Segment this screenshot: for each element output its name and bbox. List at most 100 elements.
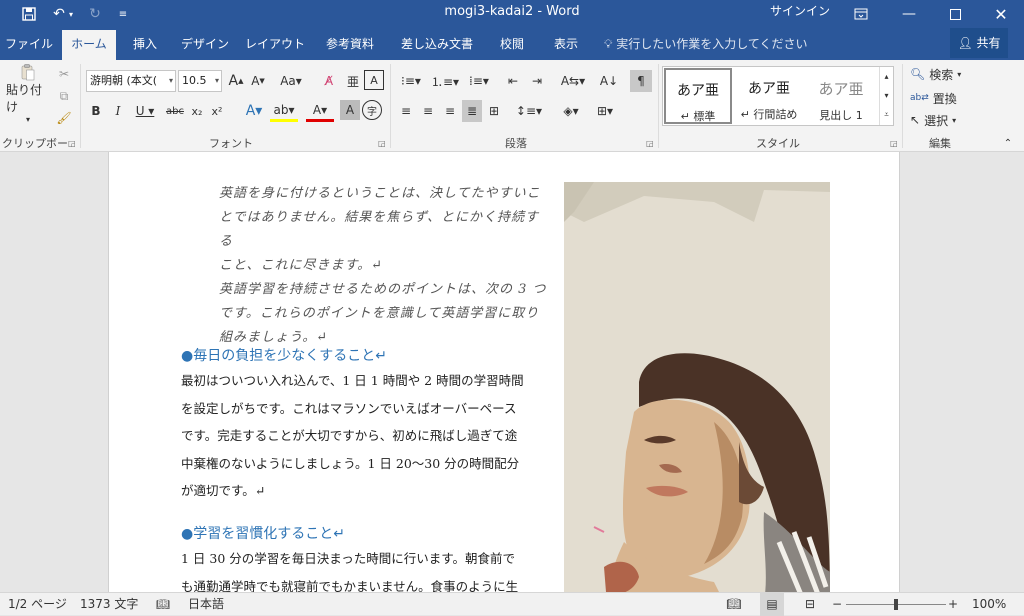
- align-right-icon[interactable]: ≡: [440, 100, 460, 122]
- strikethrough-icon[interactable]: abc: [164, 100, 186, 122]
- style-heading1[interactable]: あア亜 見出し 1: [807, 68, 875, 124]
- change-case-icon[interactable]: Aa▾: [276, 70, 306, 92]
- web-layout-icon[interactable]: ⊟: [798, 593, 822, 616]
- styles-more-icon[interactable]: ⩡: [879, 105, 893, 125]
- tab-mailings[interactable]: 差し込み文書: [394, 28, 480, 60]
- font-color-icon[interactable]: A▾: [306, 100, 334, 122]
- styles-scroll-down-icon[interactable]: ▾: [879, 86, 893, 105]
- intro-italic-text[interactable]: 英語を身に付けるということは、決してたやすいこ とではありません。結果を焦らず、…: [219, 182, 549, 350]
- text-effects-icon[interactable]: A▾: [240, 100, 268, 122]
- font-group-label: フォント: [209, 137, 253, 150]
- paragraph-daily-burden[interactable]: 最初はついつい入れ込んで、1 日 1 時間や 2 時間の学習時間 を設定しがちで…: [181, 367, 556, 505]
- zoom-slider[interactable]: [846, 593, 946, 616]
- document-page[interactable]: 英語を身に付けるということは、決してたやすいこ とではありません。結果を焦らず、…: [108, 152, 900, 592]
- zoom-in-icon[interactable]: +: [948, 593, 958, 616]
- zoom-out-icon[interactable]: −: [832, 593, 842, 616]
- multilevel-list-icon[interactable]: ⁞≡▾: [464, 70, 494, 92]
- grow-font-icon[interactable]: A ▲: [226, 70, 246, 92]
- zoom-level[interactable]: 100%: [972, 593, 1006, 616]
- style-normal[interactable]: あア亜 ↵ 標準: [664, 68, 732, 124]
- paragraph-launcher-icon[interactable]: ◲: [646, 139, 654, 148]
- font-size-combo[interactable]: 10.5 ▾: [178, 70, 222, 92]
- font-launcher-icon[interactable]: ◲: [378, 139, 386, 148]
- tab-insert[interactable]: 挿入: [120, 28, 170, 60]
- shading-icon[interactable]: ◈▾: [556, 100, 586, 122]
- font-name-combo[interactable]: 游明朝 (本文(▾: [86, 70, 176, 92]
- decrease-indent-icon[interactable]: ⇤: [502, 70, 524, 92]
- heading-daily-burden[interactable]: ●毎日の負担を少なくすること↵: [181, 345, 387, 365]
- character-shading-icon[interactable]: A: [340, 100, 360, 120]
- text-line: です。完走することが大切ですから、初めに飛ばし過ぎて途: [181, 428, 518, 443]
- superscript-icon[interactable]: x²: [208, 100, 226, 122]
- replace-button[interactable]: ab⇄ 置換: [910, 88, 970, 108]
- styles-gallery: あア亜 ↵ 標準 あア亜 ↵ 行間詰め あア亜 見出し 1 ▴ ▾ ⩡: [662, 66, 894, 126]
- minimize-icon[interactable]: —: [886, 0, 932, 28]
- show-marks-icon[interactable]: ¶: [630, 70, 652, 92]
- ribbon-display-options-icon[interactable]: [838, 0, 884, 28]
- highlight-icon[interactable]: ab▾: [270, 100, 298, 122]
- styles-launcher-icon[interactable]: ◲: [890, 139, 898, 148]
- tab-file[interactable]: ファイル: [0, 28, 58, 60]
- clear-formatting-icon[interactable]: A̸: [318, 70, 340, 92]
- subscript-icon[interactable]: x₂: [188, 100, 206, 122]
- styles-scroll-up-icon[interactable]: ▴: [879, 67, 893, 86]
- maximize-icon[interactable]: [932, 0, 978, 28]
- find-button[interactable]: 🔍︎ 検索 ▾: [910, 64, 970, 84]
- text-line: を設定しがちです。これはマラソンでいえばオーバーペース: [181, 400, 517, 416]
- share-button[interactable]: 👤︎ 共有: [950, 28, 1008, 58]
- justify-icon[interactable]: ≣: [462, 100, 482, 122]
- signin-link[interactable]: サインイン: [760, 0, 840, 22]
- paste-button[interactable]: 貼り付け ▾: [6, 64, 50, 124]
- sort-icon[interactable]: A↓: [598, 70, 620, 92]
- tab-design[interactable]: デザイン: [176, 28, 234, 60]
- phonetic-guide-icon[interactable]: 亜: [342, 70, 364, 92]
- character-border-icon[interactable]: A: [364, 70, 384, 90]
- cursor-icon: ↖: [910, 113, 921, 127]
- woman-photo-image[interactable]: [564, 182, 830, 592]
- shrink-font-icon[interactable]: A ▼: [248, 70, 268, 92]
- align-left-icon[interactable]: ≡: [396, 100, 416, 122]
- select-button[interactable]: ↖ 選択 ▾: [910, 110, 970, 130]
- read-mode-icon[interactable]: 📖︎: [724, 593, 744, 616]
- align-center-icon[interactable]: ≡: [418, 100, 438, 122]
- line-spacing-icon[interactable]: ↕≡▾: [514, 100, 544, 122]
- copy-icon[interactable]: ⧉: [54, 86, 74, 106]
- person-icon: 👤︎: [957, 36, 973, 50]
- document-area[interactable]: 英語を身に付けるということは、決してたやすいこ とではありません。結果を焦らず、…: [0, 152, 1024, 592]
- tell-me-text: 実行したい作業を入力してください: [616, 37, 808, 51]
- tell-me-box[interactable]: 💡︎ 実行したい作業を入力してください: [604, 28, 808, 60]
- paragraph-habit[interactable]: 1 日 30 分の学習を毎日決まった時間に行います。朝食前で も通勤通学時でも就…: [181, 545, 556, 592]
- text-line: こと、これに尽きます。↵: [219, 258, 384, 273]
- increase-indent-icon[interactable]: ⇥: [526, 70, 548, 92]
- font-size-value: 10.5: [182, 74, 207, 87]
- underline-icon[interactable]: U ▾: [130, 100, 160, 122]
- enclose-characters-icon[interactable]: 字: [362, 100, 382, 120]
- numbering-icon[interactable]: ⒈≡▾: [430, 70, 460, 92]
- proofing-icon[interactable]: 📖︎: [156, 593, 170, 616]
- borders-icon[interactable]: ⊞▾: [590, 100, 620, 122]
- heading-habit[interactable]: ●学習を習慣化すること↵: [181, 523, 345, 543]
- tab-view[interactable]: 表示: [544, 28, 588, 60]
- language-indicator[interactable]: 日本語: [188, 593, 224, 616]
- tab-home[interactable]: ホーム: [62, 30, 116, 60]
- distributed-icon[interactable]: ⊞: [484, 100, 504, 122]
- italic-icon[interactable]: I: [108, 100, 128, 122]
- cut-icon[interactable]: ✂: [54, 64, 74, 84]
- text-line: 1 日 30 分の学習を毎日決まった時間に行います。朝食前で: [181, 551, 516, 566]
- print-layout-icon[interactable]: ▤: [760, 593, 784, 616]
- tab-references[interactable]: 参考資料: [318, 28, 382, 60]
- tab-layout[interactable]: レイアウト: [242, 28, 308, 60]
- text-line: とではありません。結果を焦らず、とにかく持続する: [219, 210, 540, 249]
- close-icon[interactable]: ✕: [978, 0, 1024, 28]
- text-direction-icon[interactable]: A⇆▾: [558, 70, 588, 92]
- style-no-spacing[interactable]: あア亜 ↵ 行間詰め: [735, 68, 803, 124]
- tab-review[interactable]: 校閲: [490, 28, 534, 60]
- format-painter-icon[interactable]: 🖌︎: [54, 108, 74, 128]
- bold-icon[interactable]: B: [86, 100, 106, 122]
- collapse-ribbon-icon[interactable]: ⌃: [1000, 136, 1016, 150]
- word-count[interactable]: 1373 文字: [80, 593, 138, 616]
- bullets-icon[interactable]: ⁝≡▾: [396, 70, 426, 92]
- clipboard-launcher-icon[interactable]: ◲: [68, 139, 76, 148]
- zoom-slider-thumb[interactable]: [894, 599, 898, 610]
- page-count[interactable]: 1/2 ページ: [8, 593, 67, 616]
